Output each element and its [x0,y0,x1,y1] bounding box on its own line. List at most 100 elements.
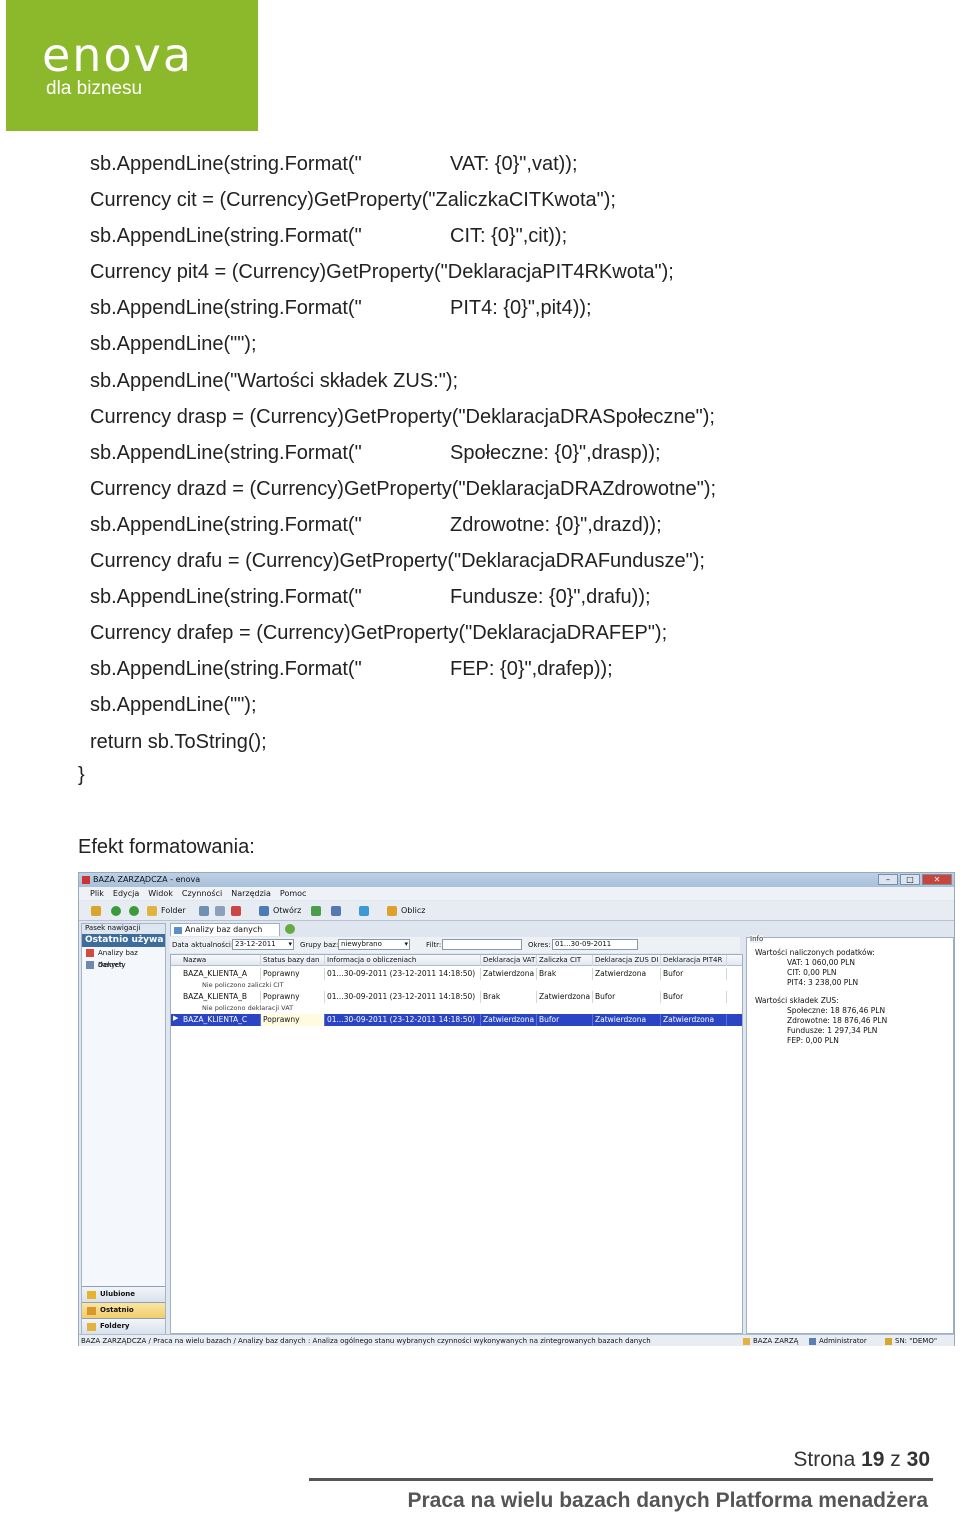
info-line: FEP: 0,00 PLN [787,1036,839,1045]
table-cell[interactable]: Poprawny [261,968,325,980]
enova-logo: enova dla biznesu [6,0,258,131]
nav-item-dekrety[interactable]: Dekrety [82,959,165,971]
nav-panel-title: Pasek nawigacji [82,924,165,934]
menu-plik[interactable]: Plik [90,887,104,900]
table-cell[interactable]: Poprawny [261,991,325,1003]
table-cell[interactable]: BAZA_KLIENTA_B [181,991,261,1003]
table-cell[interactable]: BAZA_KLIENTA_C [181,1014,261,1026]
nav-item-analizy[interactable]: Analizy baz danych [82,947,165,969]
table-cell[interactable]: Bufor [661,991,727,1003]
open-button[interactable]: Otwórz [273,905,301,917]
code-line: sb.AppendLine(""); [90,330,910,366]
group-select[interactable]: niewybrano [338,939,410,950]
toolbar: Folder Otwórz Oblicz [79,901,954,921]
code-closing-brace: } [78,764,85,786]
filter-bar: Data aktualności: 23-12-2011 Grupy baz: … [170,937,740,953]
info-title: Info [750,935,764,943]
info-line: CIT: 0,00 PLN [787,968,837,977]
code-line: Currency drazd = (Currency)GetProperty("… [90,475,910,511]
tab-bar: Analizy baz danych [170,923,740,936]
close-button[interactable]: ✕ [922,874,952,885]
table-cell[interactable]: Bufor [593,991,661,1003]
table-cell[interactable]: Brak [537,968,593,980]
print-icon[interactable] [199,906,209,916]
menu-widok[interactable]: Widok [148,887,173,900]
column-header[interactable]: Nazwa [181,955,261,966]
table-cell[interactable]: Zatwierdzona [481,968,537,980]
table-row[interactable]: ▶ BAZA_KLIENTA_C Poprawny 01...30-09-2011 (… [171,1014,742,1026]
code-text: Currency drafep = (Currency)GetProperty(… [90,622,668,645]
pane-foldery[interactable]: Foldery [82,1318,165,1334]
table-cell[interactable]: Zatwierdzona [481,1014,537,1026]
total-pages: 30 [906,1448,930,1471]
code-text: sb.AppendLine(""); [90,694,257,717]
table-cell[interactable]: 01...30-09-2011 (23-12-2011 14:18:50) [325,1014,481,1026]
code-line: return sb.ToString(); [90,728,910,764]
table-cell[interactable]: Zatwierdzona [593,1014,661,1026]
table-cell[interactable]: Zatwierdzona [593,968,661,980]
tab-close-icon[interactable] [285,924,295,934]
column-header[interactable]: Zaliczka CIT [537,955,593,966]
folder-icon [147,906,157,916]
logo-wordmark: enova [42,28,194,82]
period-label: Okres: [528,941,551,949]
table-cell[interactable]: Poprawny [261,1014,325,1026]
code-line: sb.AppendLine("Wartości składek ZUS:"); [90,367,910,403]
row-note: Nie policzono deklaracji VAT [202,1004,294,1012]
minimize-button[interactable]: – [878,874,898,885]
check-icon[interactable] [311,906,321,916]
date-field[interactable]: 23-12-2011 [232,939,294,950]
table-cell[interactable]: Brak [481,991,537,1003]
column-header[interactable]: Deklaracja ZUS DI [593,955,661,966]
tab-label: Analizy baz danych [185,925,263,934]
info-line: Wartości naliczonych podatków: [755,948,875,957]
maximize-button[interactable]: □ [900,874,920,885]
code-text-aligned: PIT4: {0}",pit4)); [450,297,592,320]
column-header[interactable]: Status bazy dan [261,955,325,966]
column-header[interactable]: Deklaracja PIT4R [661,955,727,966]
table-cell[interactable]: Bufor [661,968,727,980]
pane-ulubione[interactable]: Ulubione [82,1286,165,1302]
grid-header: Nazwa Status bazy dan Informacja o oblicze… [171,955,742,966]
info-line: VAT: 1 060,00 PLN [787,958,855,967]
table-cell[interactable]: Zatwierdzona [661,1014,727,1026]
analysis-icon [174,927,182,934]
code-line: sb.AppendLine(string.Format(" CIT: {0}",c… [90,222,910,258]
table-row[interactable]: BAZA_KLIENTA_B Poprawny 01...30-09-2011 (2… [171,991,742,1003]
code-line: sb.AppendLine(string.Format(" Fundusze: {… [90,583,910,619]
folder-button[interactable]: Folder [161,905,186,917]
recent-header[interactable]: Ostatnio używa [82,934,165,947]
filter-input[interactable] [442,939,522,950]
table-cell[interactable]: 01...30-09-2011 (23-12-2011 14:18:50) [325,968,481,980]
copy-icon[interactable] [215,906,225,916]
calculate-button[interactable]: Oblicz [401,905,425,917]
back-icon[interactable] [111,906,121,916]
action-icon[interactable] [331,906,341,916]
up-icon[interactable] [91,906,101,916]
app-window: BAZA ZARZĄDCZA - enova – □ ✕ Plik Edycja… [78,872,955,1346]
menu-edycja[interactable]: Edycja [113,887,139,900]
table-cell[interactable]: 01...30-09-2011 (23-12-2011 14:18:50) [325,991,481,1003]
folder-icon [87,1323,96,1331]
menu-narzedzia[interactable]: Narzędzia [231,887,271,900]
code-line: sb.AppendLine(string.Format(" Społeczne: … [90,439,910,475]
table-row[interactable]: BAZA_KLIENTA_A Poprawny 01...30-09-2011 (2… [171,968,742,980]
refresh-icon[interactable] [359,906,369,916]
table-cell[interactable]: Zatwierdzona [537,991,593,1003]
footer-title: Praca na wielu bazach danych Platforma m… [407,1489,928,1512]
menu-czynnosci[interactable]: Czynności [182,887,222,900]
table-cell[interactable]: BAZA_KLIENTA_A [181,968,261,980]
table-cell[interactable]: Bufor [537,1014,593,1026]
forward-icon[interactable] [129,906,139,916]
menu-pomoc[interactable]: Pomoc [280,887,307,900]
column-header[interactable]: Deklaracja VAT [481,955,537,966]
code-text: Currency drasp = (Currency)GetProperty("… [90,405,715,428]
code-text: sb.AppendLine(string.Format(" [90,153,362,175]
period-field[interactable]: 01...30-09-2011 [552,939,638,950]
code-line: Currency pit4 = (Currency)GetProperty("D… [90,258,910,294]
delete-icon[interactable] [231,906,241,916]
pane-ostatnio[interactable]: Ostatnio używan [82,1302,165,1329]
tab-analizy[interactable]: Analizy baz danych [170,923,280,936]
code-text: sb.AppendLine(""); [90,333,257,356]
column-header[interactable]: Informacja o obliczeniach [325,955,481,966]
